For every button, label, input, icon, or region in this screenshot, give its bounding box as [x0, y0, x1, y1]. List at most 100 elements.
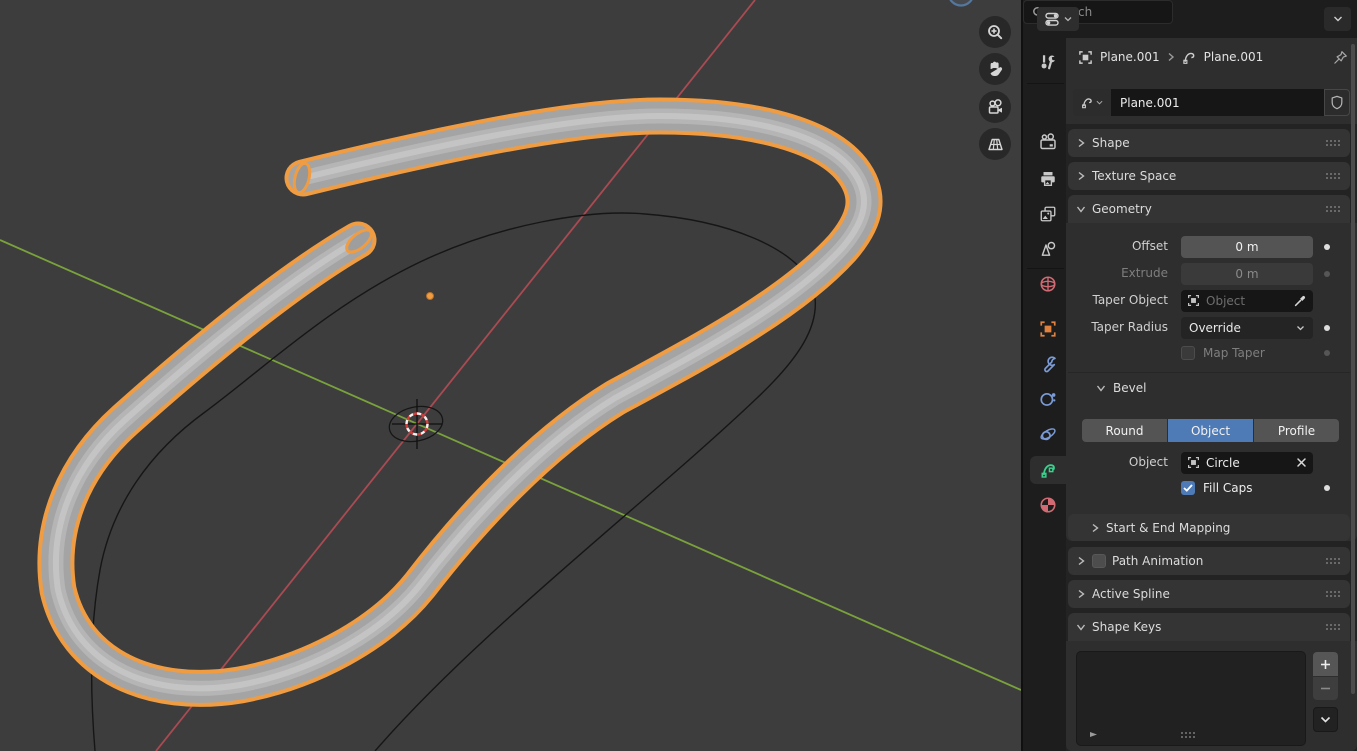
tab-view-layer[interactable] [1030, 200, 1066, 228]
tab-modifiers[interactable] [1030, 350, 1066, 378]
bevel-mode-object[interactable]: Object [1168, 419, 1253, 442]
id-type-button[interactable] [1073, 89, 1111, 116]
path-animation-checkbox[interactable] [1092, 554, 1106, 568]
breadcrumb-data-name[interactable]: Plane.001 [1204, 50, 1264, 64]
tab-particles[interactable] [1030, 385, 1066, 413]
id-name-row: Plane.001 [1073, 89, 1350, 116]
chevron-down-icon [1076, 204, 1086, 214]
panel-drag-grip[interactable] [1326, 173, 1340, 179]
keyframe-dot[interactable] [1324, 244, 1330, 250]
panel-drag-grip[interactable] [1326, 591, 1340, 597]
panel-drag-grip[interactable] [1326, 206, 1340, 212]
taper-object-row: Taper Object Object [1066, 289, 1357, 312]
subpanel-start-end-mapping-header[interactable]: Start & End Mapping [1068, 514, 1350, 541]
subpanel-separator [1068, 372, 1350, 373]
tab-output[interactable] [1030, 165, 1066, 193]
object-origin-dot [427, 293, 434, 300]
chevron-down-icon [1296, 324, 1305, 332]
taper-object-picker[interactable]: Object [1181, 290, 1313, 312]
panel-drag-grip[interactable] [1326, 624, 1340, 630]
tab-render[interactable] [1030, 128, 1066, 156]
shape-key-add-button[interactable] [1313, 652, 1338, 676]
bevel-object-picker[interactable]: Circle [1181, 452, 1313, 474]
printer-icon [1039, 170, 1057, 188]
keyframe-dot[interactable] [1324, 350, 1330, 356]
scene-icon [1039, 240, 1057, 258]
bevel-mode-round[interactable]: Round [1082, 419, 1167, 442]
tab-object[interactable] [1030, 315, 1066, 343]
chevron-down-icon [1320, 715, 1331, 724]
list-resize-grip[interactable] [1181, 732, 1195, 738]
bevel-mode-segmented: Round Object Profile [1082, 419, 1339, 442]
extrude-input[interactable]: 0 m [1181, 263, 1313, 285]
tab-object-data[interactable] [1030, 456, 1068, 484]
curve-data-icon [1081, 96, 1094, 109]
chevron-right-icon [1076, 138, 1086, 148]
projection-toggle-button[interactable] [979, 128, 1011, 160]
blender-window: Search [0, 0, 1357, 751]
tab-physics[interactable] [1030, 420, 1066, 448]
tab-material[interactable] [1030, 491, 1066, 519]
eyedropper-icon[interactable] [1293, 294, 1307, 308]
chevron-right-icon [1090, 523, 1100, 533]
view-layer-icon [1039, 205, 1057, 223]
map-taper-row: Map Taper [1066, 343, 1357, 363]
curve-data-icon [1182, 50, 1197, 65]
bevel-mode-row: Round Object Profile [1066, 419, 1357, 442]
filter-expand-triangle-icon[interactable] [1089, 730, 1098, 739]
chevron-down-icon [1096, 383, 1106, 393]
pin-icon[interactable] [1333, 50, 1348, 65]
tool-icon [1039, 53, 1057, 71]
object-icon [1078, 50, 1093, 65]
panel-active-spline-header[interactable]: Active Spline [1068, 580, 1350, 608]
id-name-input[interactable]: Plane.001 [1111, 89, 1324, 116]
chevron-right-icon [1076, 556, 1086, 566]
properties-content: Plane.001 Plane.001 [1066, 38, 1357, 751]
map-taper-checkbox[interactable] [1181, 346, 1195, 360]
tab-scene[interactable] [1030, 235, 1066, 263]
header-options-button[interactable] [1324, 7, 1351, 31]
editor-type-button[interactable] [1037, 7, 1079, 31]
taper-radius-row: Taper Radius Override [1066, 316, 1357, 339]
world-icon [1039, 275, 1057, 293]
shape-key-specials-button[interactable] [1313, 707, 1338, 732]
fake-user-shield-button[interactable] [1324, 89, 1350, 116]
hand-icon [986, 60, 1004, 78]
properties-editor-icon [1045, 12, 1062, 27]
pan-button[interactable] [979, 53, 1011, 85]
chevron-down-icon [1064, 15, 1072, 23]
panel-drag-grip[interactable] [1326, 140, 1340, 146]
properties-tab-column [1021, 38, 1066, 751]
properties-scrollbar[interactable] [1351, 44, 1355, 694]
breadcrumb-object-name[interactable]: Plane.001 [1100, 50, 1160, 64]
zoom-button[interactable] [979, 16, 1011, 48]
clear-x-icon[interactable] [1296, 457, 1307, 468]
zoom-icon [986, 23, 1004, 41]
panel-geometry-header[interactable]: Geometry [1068, 195, 1350, 223]
panel-shape-header[interactable]: Shape [1068, 129, 1350, 157]
keyframe-dot[interactable] [1324, 271, 1330, 277]
shape-keys-list[interactable] [1076, 651, 1306, 746]
physics-icon [1039, 425, 1057, 443]
tab-separator [1027, 268, 1064, 269]
taper-radius-dropdown[interactable]: Override [1181, 317, 1313, 339]
object-icon [1187, 456, 1200, 469]
keyframe-dot[interactable] [1324, 325, 1330, 331]
panel-path-animation-header[interactable]: Path Animation [1068, 547, 1350, 575]
object-icon [1039, 320, 1057, 338]
panel-shape-keys-header[interactable]: Shape Keys [1068, 613, 1350, 641]
extrude-row: Extrude 0 m [1066, 262, 1357, 285]
offset-row: Offset 0 m [1066, 235, 1357, 258]
fill-caps-checkbox[interactable] [1181, 481, 1195, 495]
panel-texture-space-header[interactable]: Texture Space [1068, 162, 1350, 190]
tab-tool[interactable] [1030, 48, 1066, 76]
bevel-mode-profile[interactable]: Profile [1254, 419, 1339, 442]
shape-key-remove-button[interactable] [1313, 677, 1338, 700]
camera-view-button[interactable] [979, 91, 1011, 123]
subpanel-bevel-header[interactable]: Bevel [1096, 378, 1146, 398]
3d-viewport[interactable] [0, 0, 1021, 751]
offset-input[interactable]: 0 m [1181, 236, 1313, 258]
tab-world[interactable] [1030, 270, 1066, 298]
panel-drag-grip[interactable] [1326, 558, 1340, 564]
keyframe-dot[interactable] [1324, 485, 1330, 491]
